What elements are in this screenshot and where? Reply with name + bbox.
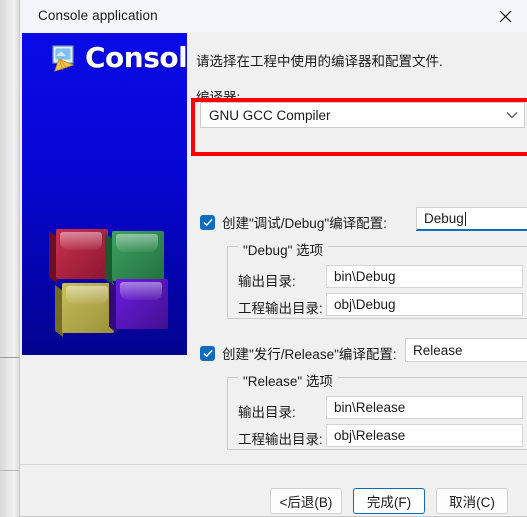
release-obj-dir-value: obj\Release [334, 428, 406, 443]
debug-config-row: 创建"调试/Debug"编译配置: [200, 212, 387, 232]
release-name-value: Release [413, 342, 463, 358]
wizard-illustration: Console [22, 33, 187, 355]
release-output-dir-label: 输出目录: [238, 405, 296, 420]
back-button[interactable]: <后退(B) [270, 488, 342, 514]
close-icon[interactable] [483, 0, 527, 32]
release-obj-dir-input[interactable]: obj\Release [326, 424, 523, 447]
console-application-dialog: Console application Console [19, 0, 527, 517]
cube-red [49, 229, 108, 284]
debug-group-title: "Debug" 选项 [238, 239, 329, 259]
console-app-icon [50, 43, 80, 73]
release-output-dir-value: bin\Release [334, 400, 406, 415]
debug-obj-dir-input[interactable]: obj\Debug [326, 293, 523, 316]
cube-yellow [55, 283, 114, 338]
debug-output-dir-label: 输出目录: [238, 274, 296, 289]
four-cubes-logo [49, 229, 170, 341]
footer-separator [20, 464, 527, 465]
debug-output-dir-value: bin\Debug [334, 269, 396, 284]
debug-name-value: Debug [424, 211, 464, 226]
debug-name-input[interactable]: Debug [416, 207, 527, 231]
finish-button[interactable]: 完成(F) [353, 488, 425, 514]
debug-checkbox-label: 创建"调试/Debug"编译配置: [222, 216, 387, 231]
debug-obj-dir-label: 工程输出目录: [238, 301, 323, 316]
background-window-divider [0, 357, 19, 358]
release-name-input[interactable]: Release [405, 338, 527, 362]
background-window-edge [0, 0, 19, 517]
text-caret [464, 211, 466, 226]
window-title: Console application [38, 8, 158, 23]
debug-obj-dir-value: obj\Debug [334, 297, 396, 312]
cancel-button[interactable]: 取消(C) [436, 488, 508, 514]
compiler-selected-value: GNU GCC Compiler [209, 107, 331, 123]
console-word: Console [85, 41, 187, 74]
release-obj-dir-label: 工程输出目录: [238, 432, 323, 447]
debug-output-dir-input[interactable]: bin\Debug [326, 265, 523, 288]
release-checkbox-label: 创建"发行/Release"编译配置: [222, 347, 397, 362]
release-config-row: 创建"发行/Release"编译配置: [200, 343, 397, 363]
console-banner: Console [50, 41, 187, 74]
title-bar: Console application [20, 0, 527, 32]
intro-text: 请选择在工程中使用的编译器和配置文件. [196, 54, 443, 69]
compiler-select[interactable]: GNU GCC Compiler [200, 102, 525, 128]
chevron-down-icon[interactable] [500, 111, 524, 119]
release-group-title: "Release" 选项 [238, 370, 338, 390]
background-window-divider-2 [0, 470, 19, 471]
release-checkbox[interactable] [200, 345, 215, 361]
cube-purple [109, 279, 168, 334]
release-output-dir-input[interactable]: bin\Release [326, 396, 523, 419]
debug-checkbox[interactable] [200, 214, 215, 230]
cube-green [105, 231, 164, 286]
